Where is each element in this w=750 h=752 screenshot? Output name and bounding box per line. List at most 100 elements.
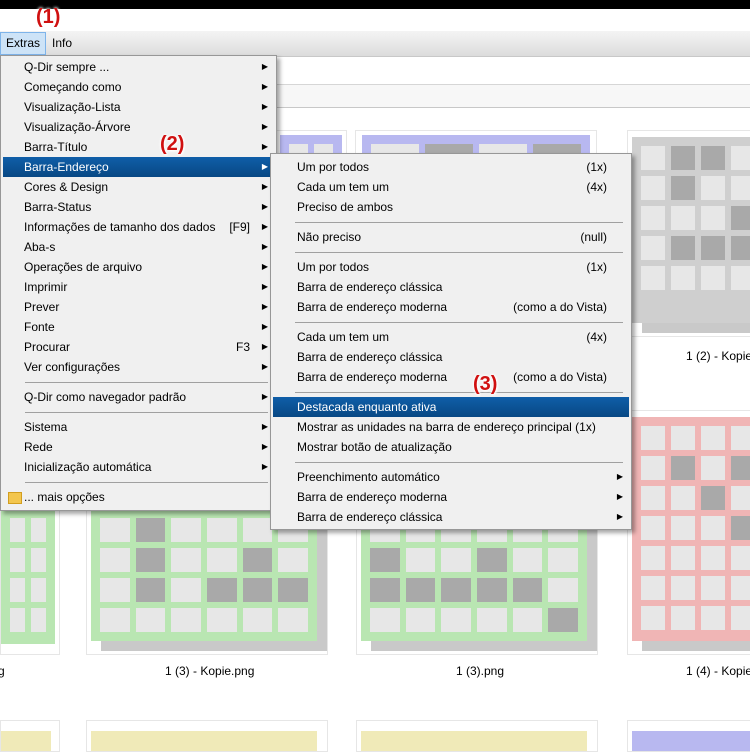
- menu-item-label: Mostrar as unidades na barra de endereço…: [297, 420, 596, 434]
- submenu-item-classica-1[interactable]: Barra de endereço clássica: [273, 277, 629, 297]
- submenu-arrow-icon: ▶: [261, 262, 268, 271]
- submenu-item-moderna-3[interactable]: Barra de endereço moderna ▶: [273, 487, 629, 507]
- submenu-arrow-icon: ▶: [261, 422, 268, 431]
- menu-item-label: Procurar: [24, 340, 71, 354]
- menu-separator: [295, 222, 623, 223]
- thumbnail-caption: 1 (3) - Kopie.png: [165, 664, 255, 678]
- thumbnail-tile[interactable]: [0, 508, 60, 655]
- submenu-item-cada-um-tem-um-2[interactable]: Cada um tem um (4x): [273, 327, 629, 347]
- thumbnail-tile[interactable]: [627, 720, 750, 752]
- submenu-item-um-por-todos-2[interactable]: Um por todos (1x): [273, 257, 629, 277]
- menu-item-rede[interactable]: Rede ▶: [3, 437, 274, 457]
- submenu-item-nao-preciso[interactable]: Não preciso (null): [273, 227, 629, 247]
- menu-item-label: Visualização-Árvore: [24, 120, 131, 134]
- menu-item-prever[interactable]: Prever ▶: [3, 297, 274, 317]
- menu-item-label: ... mais opções: [24, 490, 105, 504]
- toolbar: [270, 58, 750, 85]
- menu-item-label: Cores & Design: [24, 180, 109, 194]
- thumbnail-tile[interactable]: [627, 130, 750, 337]
- thumbnail-tile[interactable]: [86, 508, 328, 655]
- thumbnail-tile[interactable]: [86, 720, 328, 752]
- submenu-arrow-icon: ▶: [616, 472, 623, 481]
- thumbnail-tile[interactable]: [627, 410, 750, 655]
- menu-item-label: Ver configurações: [24, 360, 121, 374]
- menu-item-operacoes-arquivo[interactable]: Operações de arquivo ▶: [3, 257, 274, 277]
- menu-separator: [295, 462, 623, 463]
- menu-item-sistema[interactable]: Sistema ▶: [3, 417, 274, 437]
- menu-item-ver-configuracoes[interactable]: Ver configurações ▶: [3, 357, 274, 377]
- menu-separator: [295, 252, 623, 253]
- submenu-arrow-icon: ▶: [261, 242, 268, 251]
- menu-item-label: Q-Dir como navegador padrão: [24, 390, 187, 404]
- menu-item-label: Mostrar botão de atualização: [297, 440, 452, 454]
- submenu-item-classica-2[interactable]: Barra de endereço clássica: [273, 347, 629, 367]
- submenu-item-classica-3[interactable]: Barra de endereço clássica ▶: [273, 507, 629, 527]
- menu-item-shortcut: (1x): [586, 160, 607, 174]
- menu-item-label: Sistema: [24, 420, 68, 434]
- menu-item-mais-opcoes[interactable]: ... mais opções: [3, 487, 274, 507]
- annotation-2: (2): [160, 133, 185, 155]
- thumbnail-tile[interactable]: [356, 508, 598, 655]
- menu-info-label: Info: [52, 36, 73, 50]
- menu-item-label: Destacada enquanto ativa: [297, 400, 437, 414]
- submenu-item-preenchimento-automatico[interactable]: Preenchimento automático ▶: [273, 467, 629, 487]
- thumbnail-tile[interactable]: [356, 720, 598, 752]
- folder-icon: [8, 492, 22, 504]
- submenu-arrow-icon: ▶: [261, 222, 268, 231]
- submenu-item-moderna-2[interactable]: Barra de endereço moderna (como a do Vist…: [273, 367, 629, 387]
- annotation-1: (1): [36, 6, 61, 28]
- menu-item-label: Visualização-Lista: [24, 100, 121, 114]
- menu-item-barra-titulo[interactable]: Barra-Título ▶: [3, 137, 274, 157]
- extras-menu: Q-Dir sempre ... ▶ Começando como ▶ Visual…: [0, 55, 277, 511]
- submenu-item-um-por-todos[interactable]: Um por todos (1x): [273, 157, 629, 177]
- menu-item-navegador-padrao[interactable]: Q-Dir como navegador padrão ▶: [3, 387, 274, 407]
- menu-separator: [25, 482, 268, 483]
- menu-item-label: Q-Dir sempre ...: [24, 60, 110, 74]
- menu-item-fonte[interactable]: Fonte ▶: [3, 317, 274, 337]
- annotation-3: (3): [473, 373, 498, 395]
- menu-item-imprimir[interactable]: Imprimir ▶: [3, 277, 274, 297]
- menu-item-label: Barra de endereço clássica: [297, 280, 443, 294]
- submenu-item-preciso-de-ambos[interactable]: Preciso de ambos: [273, 197, 629, 217]
- address-bar[interactable]: [270, 85, 750, 108]
- menu-extras[interactable]: Extras: [0, 32, 47, 55]
- menu-item-q-dir-sempre[interactable]: Q-Dir sempre ... ▶: [3, 57, 274, 77]
- thumbnail-image: [632, 137, 750, 323]
- menu-item-label: Aba-s: [24, 240, 56, 254]
- submenu-arrow-icon: ▶: [261, 342, 268, 351]
- submenu-item-mostrar-unidades[interactable]: Mostrar as unidades na barra de endereço…: [273, 417, 629, 437]
- menu-item-label: Preciso de ambos: [297, 200, 394, 214]
- menu-item-abas[interactable]: Aba-s ▶: [3, 237, 274, 257]
- menu-bar: Extras Info: [0, 31, 750, 57]
- menu-item-comecando-como[interactable]: Começando como ▶: [3, 77, 274, 97]
- submenu-arrow-icon: ▶: [261, 122, 268, 131]
- menu-item-barra-status[interactable]: Barra-Status ▶: [3, 197, 274, 217]
- menu-item-inicializacao-automatica[interactable]: Inicialização automática ▶: [3, 457, 274, 477]
- menu-item-barra-endereco[interactable]: Barra-Endereço ▶: [3, 157, 274, 177]
- submenu-arrow-icon: ▶: [261, 322, 268, 331]
- thumbnail-tile[interactable]: [0, 720, 60, 752]
- menu-item-informacoes-tamanho[interactable]: Informações de tamanho dos dados [F9] ▶: [3, 217, 274, 237]
- menu-item-visualizacao-lista[interactable]: Visualização-Lista ▶: [3, 97, 274, 117]
- submenu-item-moderna-1[interactable]: Barra de endereço moderna (como a do Vist…: [273, 297, 629, 317]
- submenu-arrow-icon: ▶: [616, 492, 623, 501]
- submenu-arrow-icon: ▶: [616, 512, 623, 521]
- menu-item-label: Começando como: [24, 80, 122, 94]
- menu-item-visualizacao-arvore[interactable]: Visualização-Árvore ▶: [3, 117, 274, 137]
- menu-item-shortcut: (como a do Vista): [513, 300, 607, 314]
- submenu-item-mostrar-botao-atualizacao[interactable]: Mostrar botão de atualização: [273, 437, 629, 457]
- menu-item-label: Barra de endereço moderna: [297, 300, 448, 314]
- menu-item-procurar[interactable]: Procurar F3 ▶: [3, 337, 274, 357]
- submenu-arrow-icon: ▶: [261, 442, 268, 451]
- menu-item-label: Barra de endereço clássica: [297, 350, 443, 364]
- thumbnail-caption: 1 (3).png: [456, 664, 505, 678]
- menu-item-label: Barra de endereço moderna: [297, 370, 448, 384]
- menu-item-cores-design[interactable]: Cores & Design ▶: [3, 177, 274, 197]
- menu-separator: [295, 392, 623, 393]
- menu-info[interactable]: Info: [47, 33, 77, 54]
- menu-item-label: Prever: [24, 300, 60, 314]
- submenu-item-cada-um-tem-um[interactable]: Cada um tem um (4x): [273, 177, 629, 197]
- submenu-item-destacada-enquanto-ativa[interactable]: Destacada enquanto ativa: [273, 397, 629, 417]
- menu-item-shortcut: (como a do Vista): [513, 370, 607, 384]
- submenu-arrow-icon: ▶: [261, 82, 268, 91]
